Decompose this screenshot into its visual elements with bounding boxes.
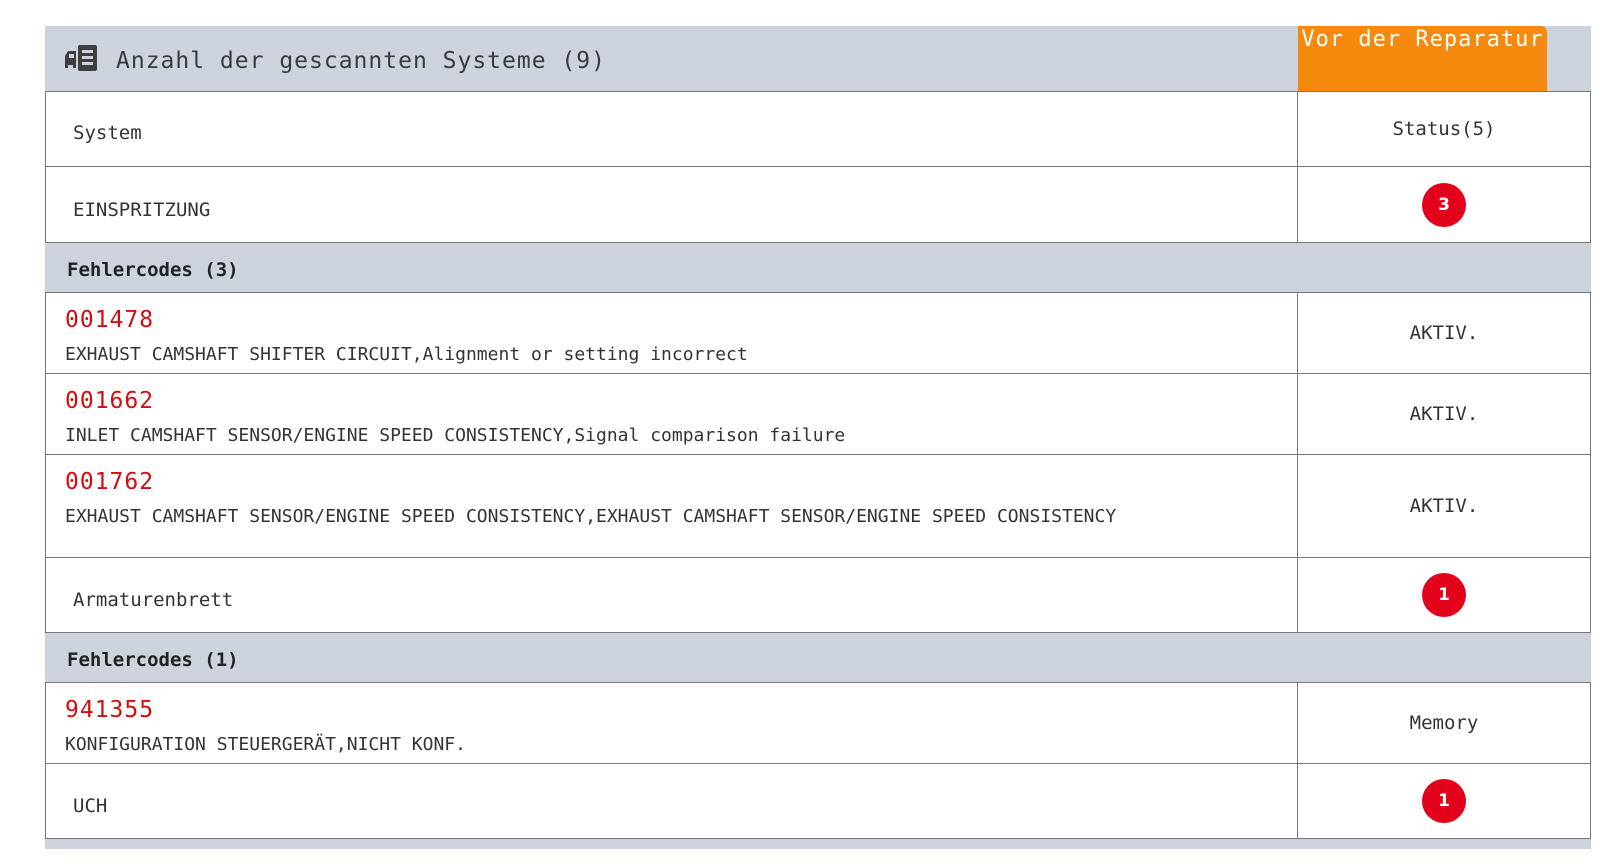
fault-codes-label: Fehlercodes (3): [67, 259, 239, 281]
fault-description: KONFIGURATION STEUERGERÄT,NICHT KONF.: [65, 734, 466, 755]
system-status-cell: 1: [1298, 558, 1590, 632]
system-name: UCH: [73, 795, 108, 817]
system-row: EINSPRITZUNG 3: [46, 167, 1590, 243]
system-column-header: System: [73, 122, 142, 144]
document-scan-icon: [65, 45, 97, 71]
fault-code-row: 001662 INLET CAMSHAFT SENSOR/ENGINE SPEE…: [46, 374, 1590, 455]
fault-count-badge: 1: [1422, 779, 1466, 823]
system-row: Armaturenbrett 1: [46, 558, 1590, 633]
systems-table: System Status(5) EINSPRITZUNG 3 Fehlerco…: [45, 91, 1591, 849]
system-name: Armaturenbrett: [73, 589, 234, 611]
fault-code: 941355: [65, 697, 155, 723]
fault-count-badge: 1: [1422, 573, 1466, 617]
fault-code: 001662: [65, 388, 155, 414]
status-column-header: Status(5): [1392, 118, 1496, 140]
fault-status: AKTIV.: [1409, 495, 1479, 517]
fault-codes-header: Fehlercodes (3): [45, 243, 1591, 293]
scan-report: Anzahl der gescannten Systeme (9) Vor de…: [45, 26, 1591, 849]
fault-description: EXHAUST CAMSHAFT SHIFTER CIRCUIT,Alignme…: [65, 344, 748, 365]
report-title-bar: Anzahl der gescannten Systeme (9) Vor de…: [45, 26, 1591, 91]
system-name: EINSPRITZUNG: [73, 199, 211, 221]
phase-label: Vor der Reparatur: [1298, 26, 1547, 91]
fault-description: INLET CAMSHAFT SENSOR/ENGINE SPEED CONSI…: [65, 425, 846, 446]
system-row: UCH 1: [46, 764, 1590, 839]
fault-status: Memory: [1409, 712, 1479, 734]
system-status-cell: 1: [1298, 764, 1590, 838]
fault-code-row: 941355 KONFIGURATION STEUERGERÄT,NICHT K…: [46, 683, 1590, 764]
fault-codes-label: Fehlercodes (1): [67, 649, 239, 671]
system-status-cell: 3: [1298, 167, 1590, 242]
next-section-band: [45, 839, 1591, 849]
fault-code: 001762: [65, 469, 155, 495]
fault-description: EXHAUST CAMSHAFT SENSOR/ENGINE SPEED CON…: [65, 506, 1117, 527]
fault-code: 001478: [65, 307, 155, 333]
fault-status: AKTIV.: [1409, 403, 1479, 425]
fault-count-badge: 3: [1422, 182, 1466, 227]
fault-code-row: 001478 EXHAUST CAMSHAFT SHIFTER CIRCUIT,…: [46, 293, 1590, 374]
column-header-row: System Status(5): [46, 91, 1590, 167]
fault-codes-header: Fehlercodes (1): [45, 633, 1591, 683]
report-title: Anzahl der gescannten Systeme (9): [116, 48, 606, 74]
fault-code-row: 001762 EXHAUST CAMSHAFT SENSOR/ENGINE SP…: [46, 455, 1590, 558]
fault-status: AKTIV.: [1409, 322, 1479, 344]
